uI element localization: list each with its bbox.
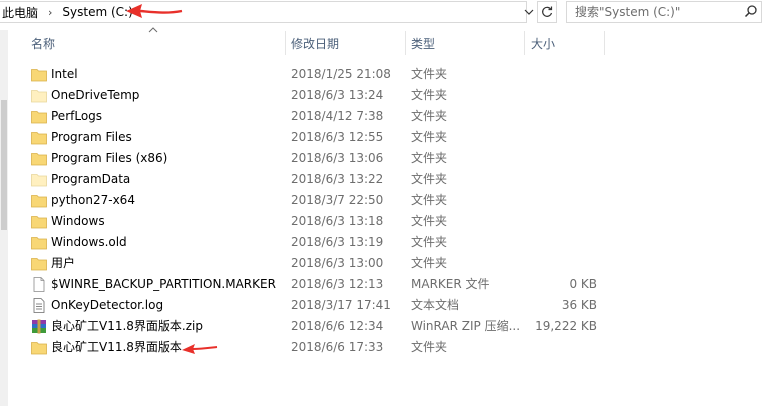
- file-modified-date: 2018/6/6 17:33: [291, 340, 384, 354]
- file-name: ProgramData: [51, 172, 131, 186]
- refresh-icon: [542, 6, 553, 17]
- file-modified-date: 2018/6/3 13:00: [291, 256, 384, 270]
- file-modified-date: 2018/4/12 7:38: [291, 109, 384, 123]
- file-list-item[interactable]: 良心矿工V11.8界面版本.zip 2018/6/6 12:34 WinRAR ZI…: [0, 316, 762, 337]
- annotation-arrow: [126, 4, 183, 18]
- search-input[interactable]: 搜索"System (C:)": [566, 1, 762, 23]
- file-list-item[interactable]: Program Files (x86) 2018/6/3 13:06 文件夹: [0, 148, 762, 169]
- folder-icon: [31, 67, 47, 82]
- folder-icon: [31, 109, 47, 124]
- column-divider[interactable]: [405, 31, 406, 55]
- file-modified-date: 2018/6/3 13:06: [291, 151, 384, 165]
- file-name: Intel: [51, 67, 78, 81]
- rar-archive-icon: [31, 319, 47, 334]
- file-size: 36 KB: [561, 298, 597, 312]
- file-type: MARKER 文件: [411, 277, 490, 291]
- file-modified-date: 2018/6/3 13:18: [291, 214, 384, 228]
- file-list-item[interactable]: 用户 2018/6/3 13:00 文件夹: [0, 253, 762, 274]
- folder-icon: [31, 235, 47, 250]
- file-name: OneDriveTemp: [51, 88, 140, 102]
- file-list-item[interactable]: Windows 2018/6/3 13:18 文件夹: [0, 211, 762, 232]
- file-type: 文件夹: [411, 88, 448, 102]
- annotation-arrow: [182, 344, 218, 354]
- file-name: OnKeyDetector.log: [51, 298, 164, 312]
- column-header-date[interactable]: 修改日期: [291, 30, 339, 58]
- file-name: Windows: [51, 214, 105, 228]
- file-size: 19,222 KB: [535, 319, 597, 333]
- folder-icon: [31, 172, 47, 187]
- chevron-down-icon[interactable]: [522, 4, 536, 20]
- file-list-item[interactable]: Intel 2018/1/25 21:08 文件夹: [0, 64, 762, 85]
- navigation-bar: 此电脑 › System (C:) 搜索"System (C:)": [0, 0, 762, 26]
- file-list-item[interactable]: Windows.old 2018/6/3 13:19 文件夹: [0, 232, 762, 253]
- file-modified-date: 2018/6/3 13:22: [291, 172, 384, 186]
- file-modified-date: 2018/6/3 12:55: [291, 130, 384, 144]
- breadcrumb-separator[interactable]: ›: [40, 6, 60, 19]
- file-name: PerfLogs: [51, 109, 103, 123]
- file-type: 文件夹: [411, 256, 448, 270]
- folder-icon: [31, 256, 47, 271]
- sort-up-icon: [148, 26, 158, 36]
- column-divider[interactable]: [285, 31, 286, 55]
- file-type: 文件夹: [411, 193, 448, 207]
- file-name: Program Files (x86): [51, 151, 168, 165]
- file-modified-date: 2018/6/3 13:19: [291, 235, 384, 249]
- file-modified-date: 2018/6/6 12:34: [291, 319, 384, 333]
- file-type: 文件夹: [411, 172, 448, 186]
- file-type: 文件夹: [411, 130, 448, 144]
- file-list-item[interactable]: OneDriveTemp 2018/6/3 13:24 文件夹: [0, 85, 762, 106]
- file-modified-date: 2018/6/3 12:13: [291, 277, 384, 291]
- file-name: 良心矿工V11.8界面版本.zip: [51, 319, 203, 333]
- column-divider[interactable]: [604, 31, 605, 55]
- folder-icon: [31, 88, 47, 103]
- file-list-item[interactable]: 良心矿工V11.8界面版本 2018/6/6 17:33 文件夹: [0, 337, 762, 358]
- file-list-item[interactable]: python27-x64 2018/3/7 22:50 文件夹: [0, 190, 762, 211]
- folder-icon: [31, 214, 47, 229]
- file-size: 0 KB: [569, 277, 597, 291]
- file-name: Program Files: [51, 130, 132, 144]
- folder-icon: [31, 193, 47, 208]
- folder-icon: [31, 130, 47, 145]
- column-header-type[interactable]: 类型: [411, 30, 435, 58]
- file-modified-date: 2018/3/17 17:41: [291, 298, 391, 312]
- file-type: WinRAR ZIP 压缩...: [411, 319, 521, 333]
- column-divider[interactable]: [524, 31, 525, 55]
- search-icon[interactable]: [744, 4, 758, 18]
- file-list-item[interactable]: Program Files 2018/6/3 12:55 文件夹: [0, 127, 762, 148]
- breadcrumb-this-pc[interactable]: 此电脑: [0, 4, 40, 21]
- file-list: Intel 2018/1/25 21:08 文件夹 OneDriveTemp 2018/…: [0, 64, 762, 358]
- folder-icon: [31, 151, 47, 166]
- column-header-size[interactable]: 大小: [531, 30, 555, 58]
- breadcrumb-system-c[interactable]: System (C:): [60, 5, 134, 19]
- file-type: 文件夹: [411, 340, 448, 354]
- refresh-button[interactable]: [537, 1, 557, 23]
- file-list-item[interactable]: PerfLogs 2018/4/12 7:38 文件夹: [0, 106, 762, 127]
- folder-icon: [31, 340, 47, 355]
- file-type: 文本文档: [411, 298, 460, 312]
- file-type: 文件夹: [411, 214, 448, 228]
- file-name: python27-x64: [51, 193, 135, 207]
- file-modified-date: 2018/3/7 22:50: [291, 193, 384, 207]
- file-name: $WINRE_BACKUP_PARTITION.MARKER: [51, 277, 276, 291]
- file-modified-date: 2018/1/25 21:08: [291, 67, 391, 81]
- file-name: Windows.old: [51, 235, 127, 249]
- file-type: 文件夹: [411, 67, 448, 81]
- file-type: 文件夹: [411, 109, 448, 123]
- file-list-item[interactable]: OnKeyDetector.log 2018/3/17 17:41 文本文档 36 K…: [0, 295, 762, 316]
- file-name: 良心矿工V11.8界面版本: [51, 340, 182, 354]
- file-icon: [31, 277, 47, 292]
- text-file-icon: [31, 298, 47, 313]
- file-type: 文件夹: [411, 151, 448, 165]
- address-bar[interactable]: 此电脑 › System (C:): [0, 1, 527, 23]
- column-header-name[interactable]: 名称: [31, 30, 55, 58]
- file-modified-date: 2018/6/3 13:24: [291, 88, 384, 102]
- file-type: 文件夹: [411, 235, 448, 249]
- file-list-item[interactable]: $WINRE_BACKUP_PARTITION.MARKER 2018/6/3 1…: [0, 274, 762, 295]
- file-list-item[interactable]: ProgramData 2018/6/3 13:22 文件夹: [0, 169, 762, 190]
- file-name: 用户: [51, 256, 76, 270]
